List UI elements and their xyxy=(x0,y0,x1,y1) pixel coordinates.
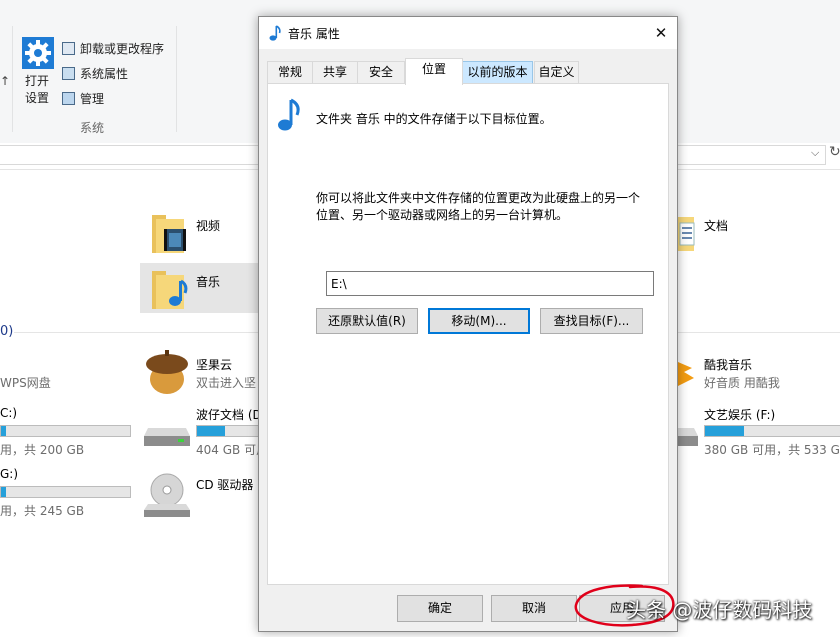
target-path-input[interactable] xyxy=(326,271,654,296)
wps-drive-label[interactable]: WPS网盘 xyxy=(0,374,51,391)
system-properties-label: 系统属性 xyxy=(80,67,129,81)
drive-c-stats: 用，共 200 GB xyxy=(0,443,85,457)
music-folder-icon xyxy=(152,271,188,309)
hard-drive-icon xyxy=(144,428,190,446)
tab-location[interactable]: 位置 xyxy=(405,58,463,85)
drive-d[interactable]: 波仔文档 (D 404 GB 可用， xyxy=(140,404,280,460)
location-description: 你可以将此文件夹中文件存储的位置更改为此硬盘上的另一个 位置、另一个驱动器或网络… xyxy=(316,191,641,222)
tab-general[interactable]: 常规 xyxy=(267,61,313,83)
drive-g-usage-bar xyxy=(0,486,131,498)
folder-music-label: 音乐 xyxy=(196,275,221,289)
drive-g-label[interactable]: G:) xyxy=(0,467,18,481)
computer-manage-icon xyxy=(62,92,75,105)
properties-dialog: 音乐 属性 ✕ 常规 共享 安全 位置 以前的版本 自定义 文件夹 音乐 中的文… xyxy=(258,16,678,632)
jianguoyun-name: 坚果云 xyxy=(196,358,233,372)
drive-f-name: 文艺娱乐 (F:) xyxy=(704,408,776,422)
location-heading: 文件夹 音乐 中的文件存储于以下目标位置。 xyxy=(316,112,552,126)
tab-security[interactable]: 安全 xyxy=(357,61,405,83)
devices-section-count[interactable]: 0) xyxy=(0,324,13,339)
ok-button[interactable]: 确定 xyxy=(397,595,483,622)
drive-c-usage-fill xyxy=(1,426,7,436)
uninstall-label: 卸载或更改程序 xyxy=(80,42,165,56)
music-note-icon xyxy=(269,25,281,41)
tab-previous-versions[interactable]: 以前的版本 xyxy=(462,61,533,83)
cd-drive-icon xyxy=(144,473,190,517)
close-icon[interactable]: ✕ xyxy=(647,21,675,45)
jianguoyun-drive[interactable]: 坚果云 双击进入坚 xyxy=(140,348,260,398)
dialog-title: 音乐 属性 xyxy=(288,27,340,41)
hard-drive-icon xyxy=(678,428,698,446)
tab-sharing[interactable]: 共享 xyxy=(312,61,358,83)
location-tab-panel: 文件夹 音乐 中的文件存储于以下目标位置。 你可以将此文件夹中文件存储的位置更改… xyxy=(267,83,669,585)
drive-f-usage-bar xyxy=(704,425,840,437)
documents-folder-icon xyxy=(678,217,695,251)
drive-f-stats: 380 GB 可用，共 533 GB xyxy=(704,443,840,457)
cd-drive-name: CD 驱动器 xyxy=(196,478,254,492)
video-folder-icon xyxy=(152,215,186,253)
chevron-down-icon[interactable]: ⌵ xyxy=(811,146,819,160)
kugou-music-icon xyxy=(678,362,694,386)
system-properties-icon xyxy=(62,67,75,80)
acorn-icon xyxy=(146,350,188,394)
music-note-large-icon xyxy=(278,98,300,131)
drive-c-label[interactable]: C:) xyxy=(0,406,17,420)
jianguoyun-sub: 双击进入坚 xyxy=(196,376,257,390)
watermark-text: 头条 @波仔数码科技 xyxy=(626,598,813,622)
open-settings-label: 打开 设置 xyxy=(25,74,50,105)
folder-music[interactable]: 音乐 xyxy=(140,263,260,313)
restore-default-button[interactable]: 还原默认值(R) xyxy=(316,308,418,334)
drive-d-usage-bar xyxy=(196,425,260,437)
tab-customize[interactable]: 自定义 xyxy=(534,61,579,83)
kugou-sub: 好音质 用酷我 xyxy=(704,376,780,390)
drive-f-usage-fill xyxy=(705,426,745,436)
folder-video[interactable]: 视频 xyxy=(140,207,260,257)
drive-f[interactable]: 文艺娱乐 (F:) 380 GB 可用，共 533 GB xyxy=(678,404,840,460)
cancel-button[interactable]: 取消 xyxy=(491,595,577,622)
folder-video-label: 视频 xyxy=(196,219,221,233)
drive-d-usage-fill xyxy=(197,426,226,436)
drive-d-name: 波仔文档 (D xyxy=(196,408,262,422)
ribbon-group-label: 系统 xyxy=(80,121,105,135)
drive-g-stats: 用，共 245 GB xyxy=(0,504,85,518)
ribbon-separator xyxy=(176,26,177,132)
cd-drive[interactable]: CD 驱动器 xyxy=(140,470,260,520)
ribbon-cut-arrow: ↑ xyxy=(0,74,11,88)
drive-g-usage-fill xyxy=(1,487,7,497)
programs-icon xyxy=(62,42,75,55)
manage-label: 管理 xyxy=(80,92,105,106)
dialog-titlebar[interactable]: 音乐 属性 ✕ xyxy=(259,17,677,49)
folder-documents-label: 文档 xyxy=(704,219,729,233)
find-target-button[interactable]: 查找目标(F)... xyxy=(540,308,643,334)
kugou-music[interactable]: 酷我音乐 好音质 用酷我 xyxy=(678,348,840,398)
drive-c-usage-bar xyxy=(0,425,131,437)
folder-documents[interactable]: 文档 xyxy=(678,207,840,257)
open-settings-button[interactable]: 打开 设置 xyxy=(16,34,60,110)
ribbon-separator xyxy=(12,26,13,132)
kugou-name: 酷我音乐 xyxy=(704,358,753,372)
move-button[interactable]: 移动(M)... xyxy=(428,308,530,334)
gear-icon xyxy=(22,37,54,69)
refresh-icon[interactable]: ↻ xyxy=(829,144,840,160)
